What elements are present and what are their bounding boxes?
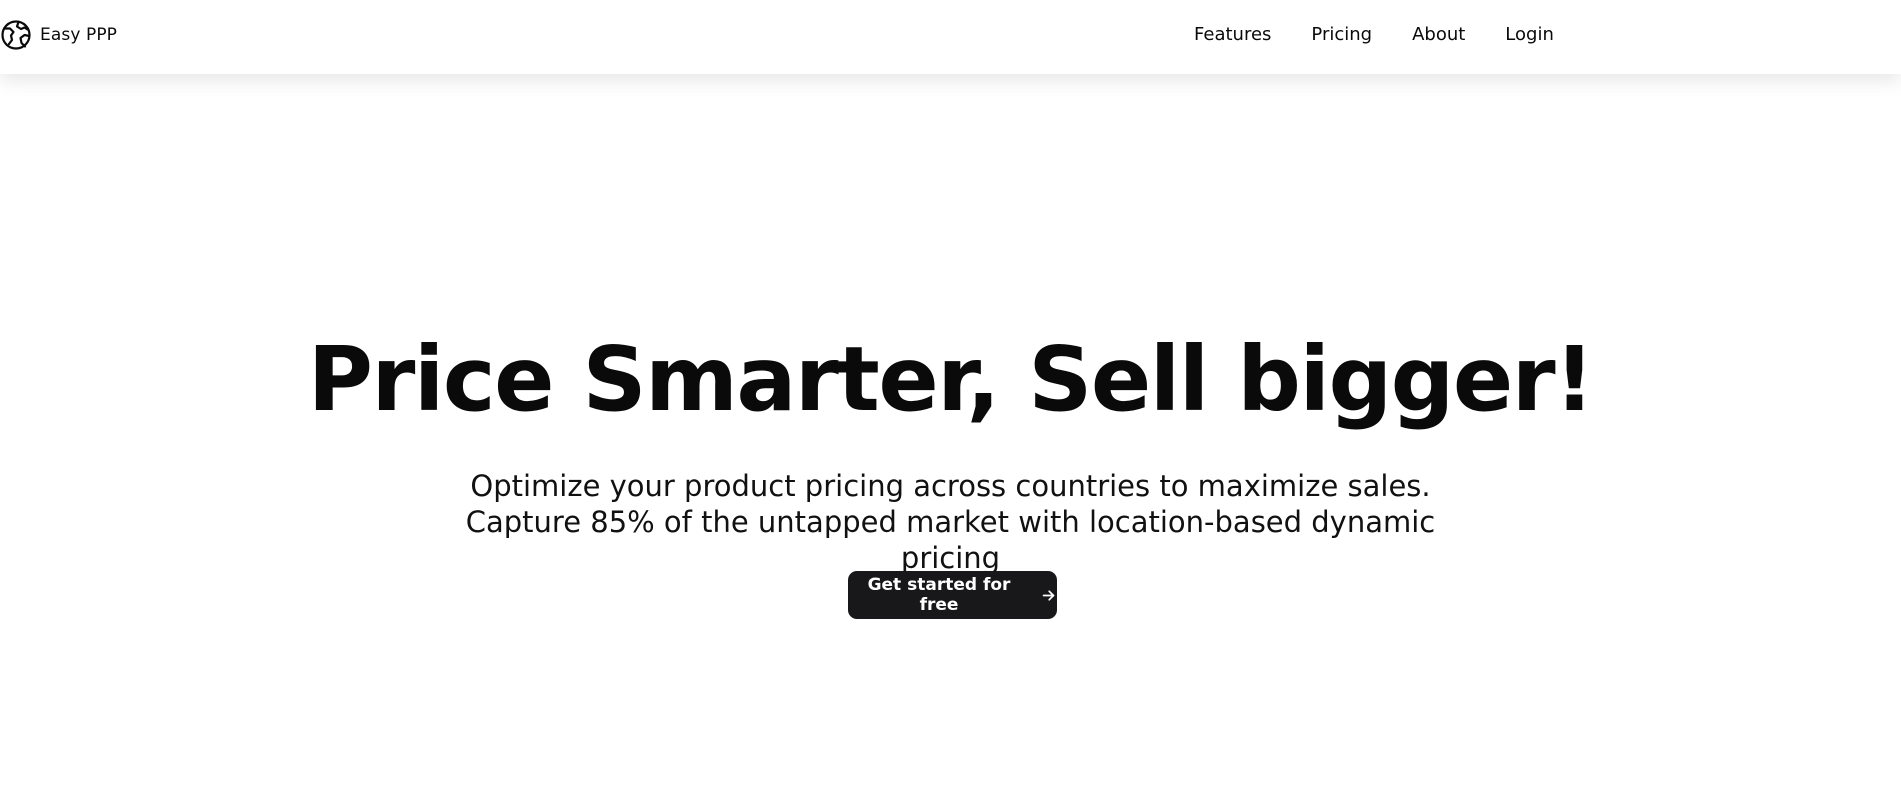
- hero-subtitle: Optimize your product pricing across cou…: [465, 469, 1436, 575]
- nav-link-features[interactable]: Features: [1194, 24, 1271, 45]
- nav-link-about[interactable]: About: [1412, 24, 1465, 45]
- nav-link-pricing[interactable]: Pricing: [1311, 24, 1372, 45]
- top-navigation-bar: Easy PPP Features Pricing About Login: [0, 0, 1901, 74]
- main-nav: Features Pricing About Login: [1194, 24, 1554, 45]
- brand-name: Easy PPP: [40, 25, 118, 45]
- nav-link-login[interactable]: Login: [1505, 24, 1554, 45]
- get-started-label: Get started for free: [867, 575, 1011, 615]
- globe-logo-icon: [0, 19, 32, 51]
- get-started-button[interactable]: Get started for free: [848, 571, 1057, 619]
- hero-title: Price Smarter, Sell bigger!: [307, 327, 1595, 431]
- brand-home-link[interactable]: Easy PPP: [0, 19, 117, 51]
- arrow-right-icon: [1040, 587, 1057, 604]
